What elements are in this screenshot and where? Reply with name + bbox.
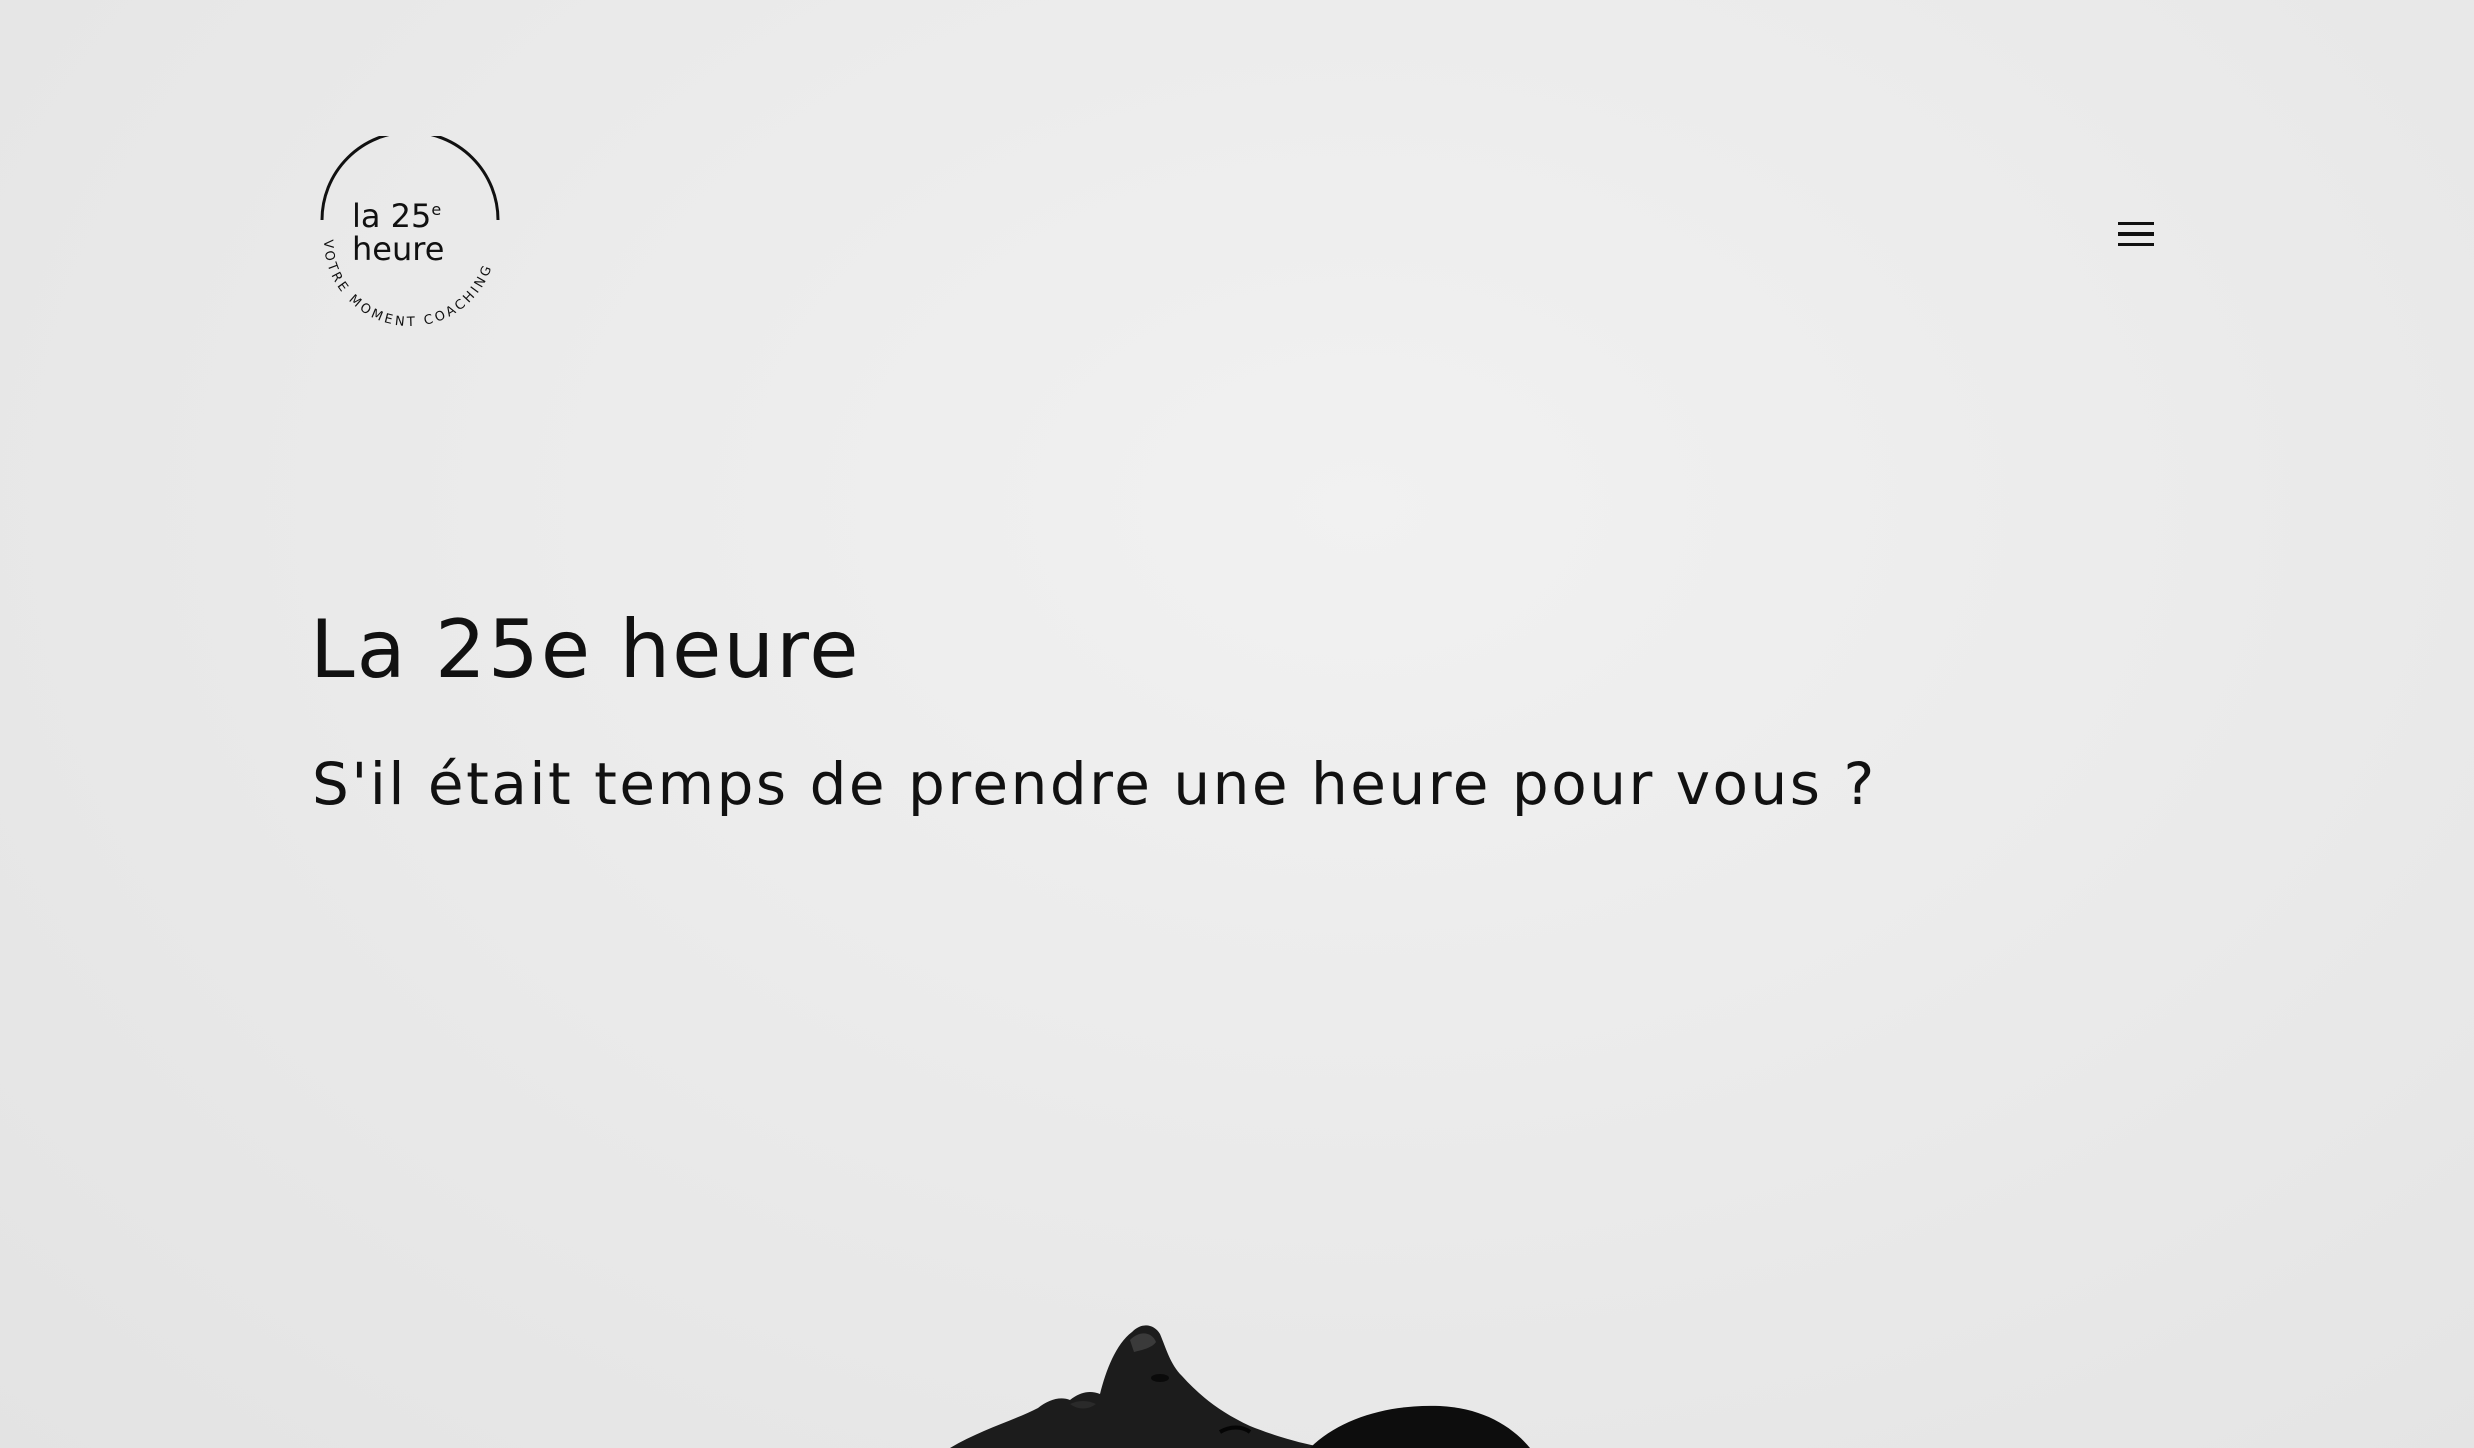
logo-line2: heure (352, 230, 444, 268)
hamburger-menu-icon-bar (2118, 232, 2154, 236)
brand-logo[interactable]: la 25e heure VOTRE MOMENT COACHING (310, 136, 510, 336)
hero-portrait-image (950, 1325, 1530, 1448)
hero-section: la 25e heure VOTRE MOMENT COACHING La 25… (0, 0, 2474, 1448)
logo-mark: la 25e heure VOTRE MOMENT COACHING (320, 136, 500, 330)
menu-button[interactable] (2112, 214, 2160, 254)
page-subtitle: S'il était temps de prendre une heure po… (312, 750, 1877, 818)
hamburger-menu-icon-bar (2118, 242, 2154, 247)
page-title: La 25e heure (310, 603, 861, 696)
logo-superscript: e (431, 200, 441, 219)
hamburger-menu-icon (2118, 221, 2154, 226)
